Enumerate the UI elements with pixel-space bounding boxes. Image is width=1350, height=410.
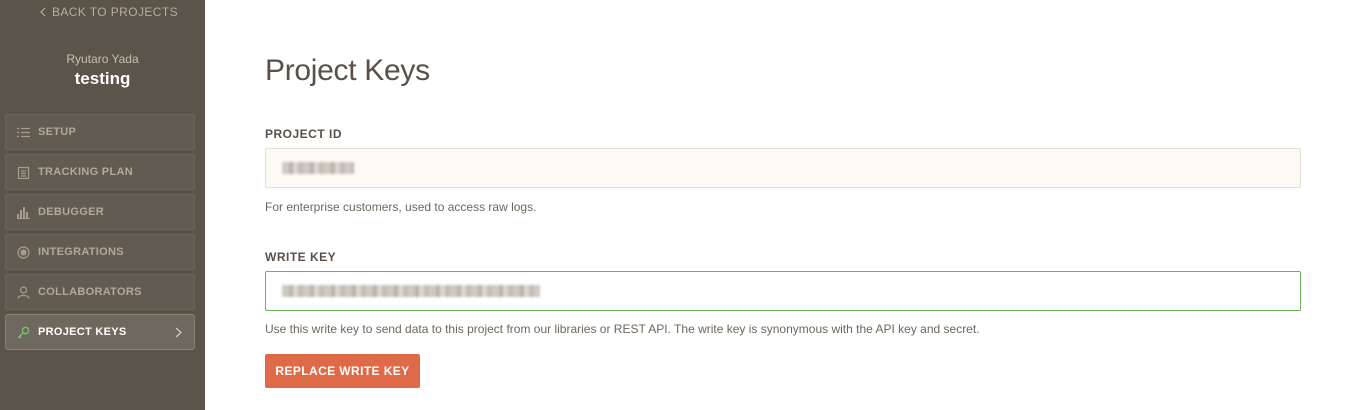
workspace-name: testing <box>74 69 131 88</box>
back-link-label: BACK TO PROJECTS <box>52 5 178 19</box>
write-key-help: Use this write key to send data to this … <box>265 322 980 336</box>
circle-icon <box>16 245 30 259</box>
sidebar-item-debugger[interactable]: DEBUGGER <box>5 194 195 230</box>
sidebar-nav: SETUP TRACKING PLAN DEBUGGER INTEGRATION… <box>5 114 195 354</box>
sidebar-item-project-keys[interactable]: PROJECT KEYS <box>5 314 195 350</box>
sidebar-item-integrations[interactable]: INTEGRATIONS <box>5 234 195 270</box>
sidebar-item-setup[interactable]: SETUP <box>5 114 195 150</box>
sidebar-item-label: DEBUGGER <box>38 206 104 218</box>
sidebar-item-label: PROJECT KEYS <box>38 326 127 338</box>
redacted-project-id <box>282 162 354 174</box>
sidebar: BACK TO PROJECTS Ryutaro Yada testing SE… <box>0 0 205 410</box>
write-key-field[interactable] <box>265 271 1301 311</box>
sidebar-item-label: TRACKING PLAN <box>38 166 133 178</box>
project-id-help: For enterprise customers, used to access… <box>265 200 537 214</box>
redacted-write-key <box>282 285 540 297</box>
project-id-field[interactable] <box>265 148 1301 188</box>
sidebar-item-tracking-plan[interactable]: TRACKING PLAN <box>5 154 195 190</box>
chevron-right-icon <box>175 327 182 338</box>
user-icon <box>16 285 30 299</box>
bar-chart-icon <box>16 205 30 219</box>
clipboard-icon <box>16 165 30 179</box>
key-icon <box>16 325 30 339</box>
sidebar-item-label: SETUP <box>38 126 77 138</box>
project-id-label: PROJECT ID <box>265 127 343 141</box>
sidebar-item-collaborators[interactable]: COLLABORATORS <box>5 274 195 310</box>
list-icon <box>16 125 30 139</box>
page-title: Project Keys <box>265 54 430 87</box>
sidebar-item-label: INTEGRATIONS <box>38 246 124 258</box>
write-key-label: WRITE KEY <box>265 250 337 264</box>
replace-write-key-button[interactable]: REPLACE WRITE KEY <box>265 354 420 388</box>
back-to-projects-link[interactable]: BACK TO PROJECTS <box>40 5 178 19</box>
chevron-left-icon <box>40 7 46 17</box>
sidebar-item-label: COLLABORATORS <box>38 286 142 298</box>
user-name: Ryutaro Yada <box>66 52 139 66</box>
